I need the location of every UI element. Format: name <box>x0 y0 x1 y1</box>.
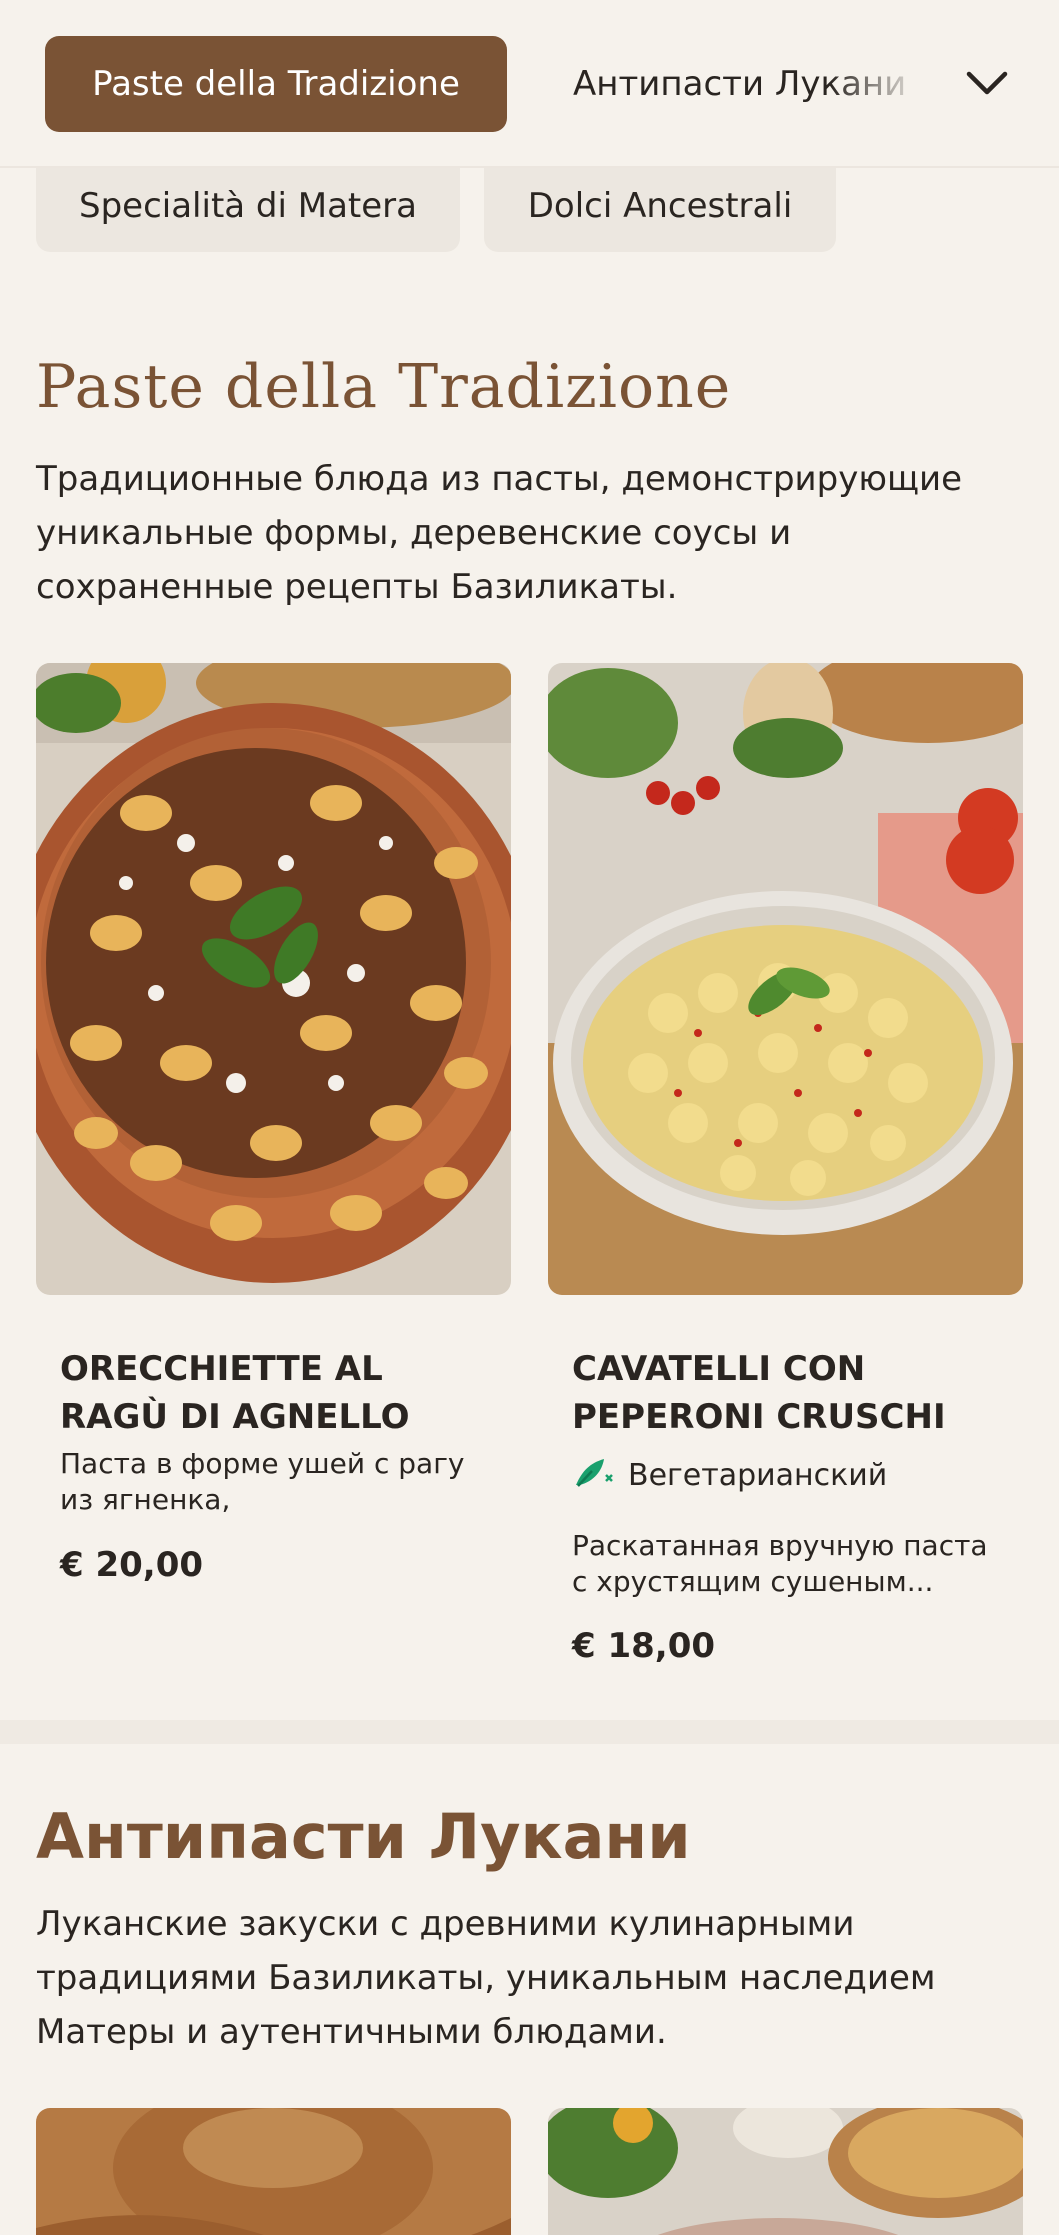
section-description: Традиционные блюда из пасты, демонстриру… <box>36 459 962 607</box>
dish-price: € 18,00 <box>572 1626 716 1666</box>
pasta-bowl-photo[interactable] <box>548 663 1023 1295</box>
section-divider <box>0 1720 1059 1744</box>
dish-price: € 20,00 <box>60 1545 204 1585</box>
vegetarian-tag: Вегетарианский <box>572 1455 887 1495</box>
section-title: Paste della Tradizione <box>36 352 732 422</box>
vegetarian-label: Вегетарианский <box>628 1457 888 1493</box>
dish-name[interactable]: CAVATELLI CON PEPERONI CRUSCHI <box>572 1345 1002 1441</box>
section-description: Луканские закуски с древними кулинарными… <box>36 1904 936 2052</box>
chevron-down-icon[interactable] <box>955 52 1019 116</box>
category-nav: Paste della Tradizione Антипасти Лукани <box>0 0 1059 168</box>
scroll-fade <box>830 36 940 132</box>
category-tab-dolci[interactable]: Dolci Ancestrali <box>484 160 836 252</box>
category-tab-matera[interactable]: Specialità di Matera <box>36 160 460 252</box>
dish-description: Раскатанная вручную паста с хрустящим су… <box>572 1529 988 1598</box>
section-title: Антипасти Лукани <box>36 1800 691 1873</box>
pasta-dish-photo[interactable] <box>36 663 511 1295</box>
category-tab-paste[interactable]: Paste della Tradizione <box>45 36 507 132</box>
antipasto-photo[interactable] <box>36 2108 511 2235</box>
antipasto-photo[interactable] <box>548 2108 1023 2235</box>
vegetarian-leaf-icon <box>572 1453 614 1497</box>
dish-name[interactable]: ORECCHIETTE AL RAGÙ DI AGNELLO <box>60 1345 490 1441</box>
dish-description: Паста в форме ушей с рагу из ягненка, пр… <box>60 1447 465 1516</box>
